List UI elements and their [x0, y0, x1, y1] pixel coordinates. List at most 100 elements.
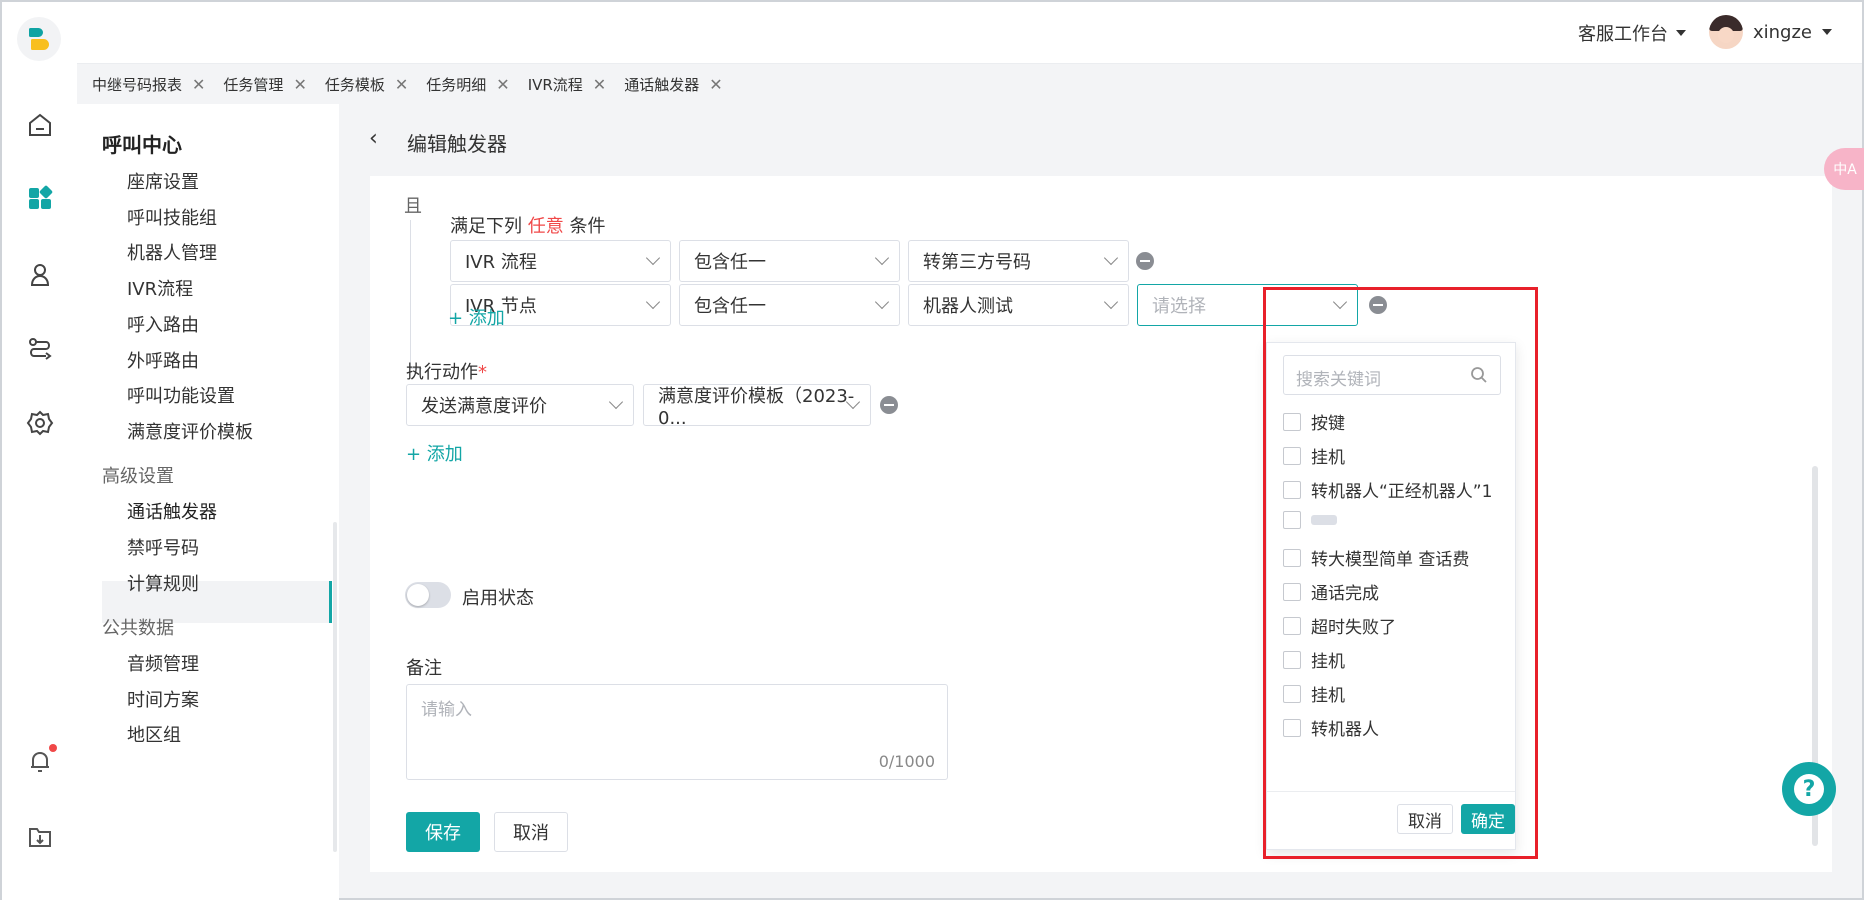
- chevron-down-icon: [608, 394, 624, 410]
- route-icon[interactable]: [25, 334, 55, 364]
- cancel-button[interactable]: 取消: [494, 812, 568, 852]
- tab-label: 任务管理: [223, 75, 284, 94]
- top-header: 客服工作台 xingze: [77, 2, 1862, 64]
- page-title: 编辑触发器: [407, 132, 507, 156]
- form-panel: 且 满足下列 任意 条件 IVR 流程 包含任一 转第三方号码 IVR 节点 包…: [370, 176, 1832, 872]
- tab-label: 通话触发器: [624, 75, 700, 94]
- select-value: 包含任一: [694, 252, 766, 273]
- tab-trunk-report[interactable]: 中继号码报表 ✕: [92, 74, 213, 95]
- sidebar-item-outbound-route[interactable]: 外呼路由: [127, 347, 199, 373]
- chevron-down-icon: [1822, 29, 1832, 35]
- sidebar-item-blocked-numbers[interactable]: 禁呼号码: [127, 534, 199, 560]
- select-value: IVR 流程: [465, 252, 537, 273]
- username: xingze: [1752, 21, 1812, 43]
- add-condition-button[interactable]: + 添加: [448, 304, 505, 330]
- help-button[interactable]: ?: [1782, 762, 1836, 816]
- remove-condition-icon[interactable]: [1136, 252, 1154, 270]
- close-icon[interactable]: ✕: [496, 75, 509, 94]
- translate-icon[interactable]: 中A: [1824, 148, 1864, 190]
- apps-icon[interactable]: [25, 184, 55, 214]
- condition-prefix: 满足下列: [450, 216, 522, 237]
- sidebar-item-inbound-route[interactable]: 呼入路由: [127, 311, 199, 337]
- action-label: 执行动作*: [406, 358, 487, 384]
- tab-label: 中继号码报表: [92, 75, 183, 94]
- user-location-icon[interactable]: [25, 260, 55, 290]
- sidebar-item-call-function-settings[interactable]: 呼叫功能设置: [127, 382, 235, 408]
- condition-field-select[interactable]: IVR 流程: [450, 240, 671, 282]
- sidebar-item-robot-management[interactable]: 机器人管理: [127, 239, 217, 265]
- close-icon[interactable]: ✕: [293, 75, 306, 94]
- condition-value-select[interactable]: 转第三方号码: [908, 240, 1129, 282]
- chevron-down-icon: [1676, 30, 1686, 36]
- save-button[interactable]: 保存: [406, 812, 480, 852]
- avatar: [1708, 15, 1743, 49]
- select-placeholder: 请选择: [1152, 296, 1206, 317]
- sidebar-item-time-plan[interactable]: 时间方案: [127, 686, 199, 712]
- tab-task-management[interactable]: 任务管理 ✕: [223, 74, 314, 95]
- chevron-down-icon: [645, 294, 661, 310]
- settings-icon[interactable]: [25, 408, 55, 438]
- sidebar-group-advanced: 高级设置: [102, 466, 174, 487]
- condition-value-select[interactable]: 机器人测试: [908, 284, 1129, 326]
- tab-bar: 中继号码报表 ✕ 任务管理 ✕ 任务模板 ✕ 任务明细 ✕ IVR流程 ✕ 通话触发器 ✕: [77, 64, 1862, 104]
- sidebar-group-public: 公共数据: [102, 618, 174, 639]
- secondary-sidebar: 呼叫中心 座席设置 呼叫技能组 机器人管理 IVR流程 呼入路由 外呼路由 呼叫…: [77, 104, 339, 900]
- condition-operator-select[interactable]: 包含任一: [679, 240, 900, 282]
- sidebar-item-seat-settings[interactable]: 座席设置: [127, 168, 199, 194]
- condition-suffix: 条件: [569, 216, 606, 237]
- status-label: 启用状态: [462, 588, 534, 609]
- close-icon[interactable]: ✕: [192, 75, 205, 94]
- sidebar-item-ivr-flow[interactable]: IVR流程: [127, 275, 193, 301]
- tab-label: IVR流程: [527, 75, 583, 94]
- chevron-down-icon: [645, 250, 661, 266]
- close-icon[interactable]: ✕: [395, 75, 408, 94]
- note-char-count: 0/1000: [878, 752, 935, 771]
- select-value: 满意度评价模板（2023-0...: [658, 385, 855, 429]
- status-toggle[interactable]: [405, 582, 451, 608]
- tab-call-trigger[interactable]: 通话触发器 ✕: [624, 74, 730, 95]
- tab-ivr-flow[interactable]: IVR流程 ✕: [528, 74, 615, 95]
- action-type-select[interactable]: 发送满意度评价: [406, 384, 634, 426]
- required-mark: *: [478, 362, 487, 383]
- condition-mode[interactable]: 任意: [528, 216, 564, 237]
- sidebar-item-call-trigger[interactable]: 通话触发器: [127, 498, 217, 524]
- sidebar-item-region-group[interactable]: 地区组: [127, 721, 181, 747]
- chevron-down-icon: [1103, 250, 1119, 266]
- sidebar-item-calculation-rules[interactable]: 计算规则: [127, 570, 199, 596]
- page-header: ‹ 编辑触发器: [339, 104, 1862, 176]
- remove-action-icon[interactable]: [880, 396, 898, 414]
- select-value: 转第三方号码: [923, 252, 1031, 273]
- close-icon[interactable]: ✕: [709, 75, 722, 94]
- highlight-box: [1263, 287, 1538, 859]
- back-arrow-icon[interactable]: ‹: [369, 126, 378, 151]
- sidebar-item-audio-management[interactable]: 音频管理: [127, 650, 199, 676]
- user-menu[interactable]: xingze: [1708, 15, 1832, 49]
- select-value: 包含任一: [694, 296, 766, 317]
- home-icon[interactable]: [25, 110, 55, 140]
- condition-operator-select[interactable]: 包含任一: [679, 284, 900, 326]
- sidebar-scrollbar[interactable]: [333, 522, 337, 852]
- select-value: 发送满意度评价: [421, 396, 547, 417]
- action-label-text: 执行动作: [406, 362, 478, 383]
- select-value: 机器人测试: [923, 296, 1013, 317]
- app-logo[interactable]: [17, 17, 61, 61]
- download-folder-icon[interactable]: [25, 822, 55, 852]
- chevron-down-icon: [1103, 294, 1119, 310]
- tab-label: 任务明细: [426, 75, 487, 94]
- chevron-down-icon: [874, 294, 890, 310]
- close-icon[interactable]: ✕: [593, 75, 606, 94]
- icon-rail: [2, 2, 77, 900]
- help-icon: ?: [1794, 774, 1824, 804]
- notification-dot: [49, 744, 57, 752]
- action-template-select[interactable]: 满意度评价模板（2023-0...: [643, 384, 871, 429]
- tab-task-detail[interactable]: 任务明细 ✕: [426, 74, 517, 95]
- add-action-button[interactable]: + 添加: [406, 440, 463, 466]
- sidebar-item-skill-group[interactable]: 呼叫技能组: [127, 204, 217, 230]
- note-textarea[interactable]: 请输入 0/1000: [406, 684, 948, 780]
- chevron-down-icon: [874, 250, 890, 266]
- workspace-switcher[interactable]: 客服工作台: [1578, 20, 1686, 46]
- sidebar-item-satisfaction-template[interactable]: 满意度评价模板: [127, 418, 253, 444]
- condition-title: 满足下列 任意 条件: [450, 212, 605, 238]
- tab-task-template[interactable]: 任务模板 ✕: [325, 74, 416, 95]
- workspace-label: 客服工作台: [1578, 24, 1668, 45]
